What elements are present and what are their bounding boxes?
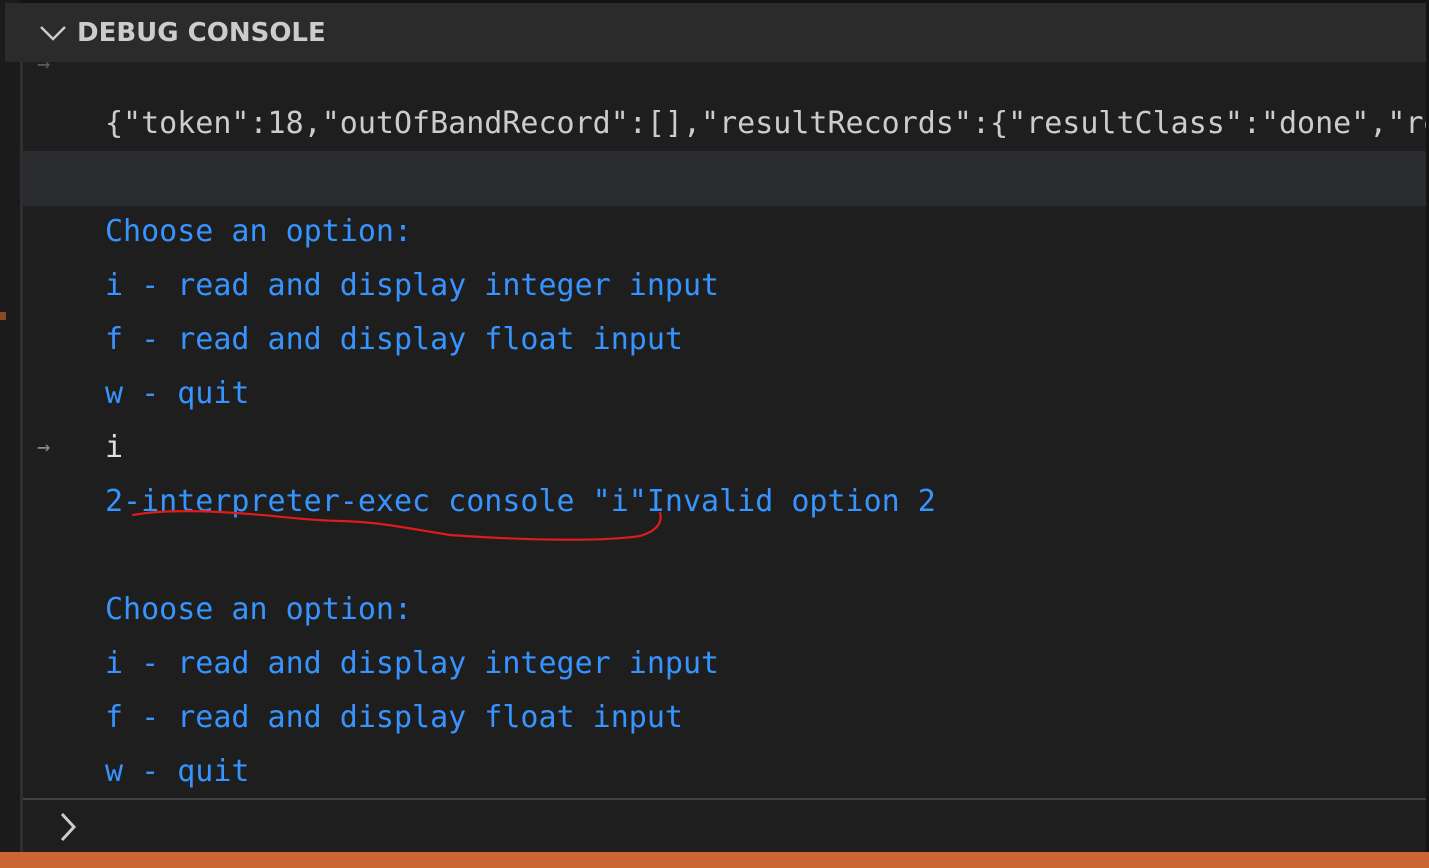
console-line: Choose an option:: [23, 583, 1426, 637]
output-text: Choose an option:: [105, 214, 413, 249]
console-input[interactable]: [23, 800, 1426, 852]
chevron-down-icon[interactable]: [33, 13, 73, 53]
output-text: Choose an option:: [105, 592, 413, 627]
console-line: i - read and display integer input: [23, 259, 1426, 313]
console-line: f - read and display float input: [23, 691, 1426, 745]
output-text: i - read and display integer input: [105, 646, 720, 681]
console-line: f - read and display float input: [23, 313, 1426, 367]
chevron-right-icon: [53, 810, 83, 844]
console-line: Choose an option:: [23, 205, 1426, 259]
output-text: f - read and display float input: [105, 700, 683, 735]
console-line: w - quit: [23, 367, 1426, 421]
side-panel-edge: [0, 0, 20, 852]
error-output-text: 2-interpreter-exec console "i"Invalid op…: [105, 484, 936, 519]
input-arrow-icon: →: [37, 435, 51, 460]
console-output[interactable]: → {"token":18,"outOfBandRecord":[],"resu…: [23, 62, 1426, 798]
debug-console-header[interactable]: DEBUG CONSOLE: [5, 3, 1426, 62]
output-text: w - quit: [105, 376, 250, 411]
panel-title: DEBUG CONSOLE: [77, 17, 326, 48]
input-echo-text: i: [105, 430, 124, 465]
output-text: f - read and display float input: [105, 322, 683, 357]
console-line: w - quit: [23, 745, 1426, 798]
json-result-text: {"token":18,"outOfBandRecord":[],"result…: [105, 106, 1426, 141]
console-line: i - read and display integer input: [23, 637, 1426, 691]
console-line: 2-interpreter-exec console "i"Invalid op…: [23, 475, 1426, 529]
return-arrow-icon: →: [37, 62, 51, 77]
console-line-input-echo: → i: [23, 421, 1426, 475]
partial-line-gutter: →: [23, 62, 1426, 92]
status-bar: [0, 852, 1429, 868]
console-line: {"token":18,"outOfBandRecord":[],"result…: [23, 97, 1426, 151]
output-text: w - quit: [105, 754, 250, 789]
console-line-highlight: [23, 151, 1426, 206]
side-panel-accent: [0, 312, 6, 320]
output-text: i - read and display integer input: [105, 268, 720, 303]
